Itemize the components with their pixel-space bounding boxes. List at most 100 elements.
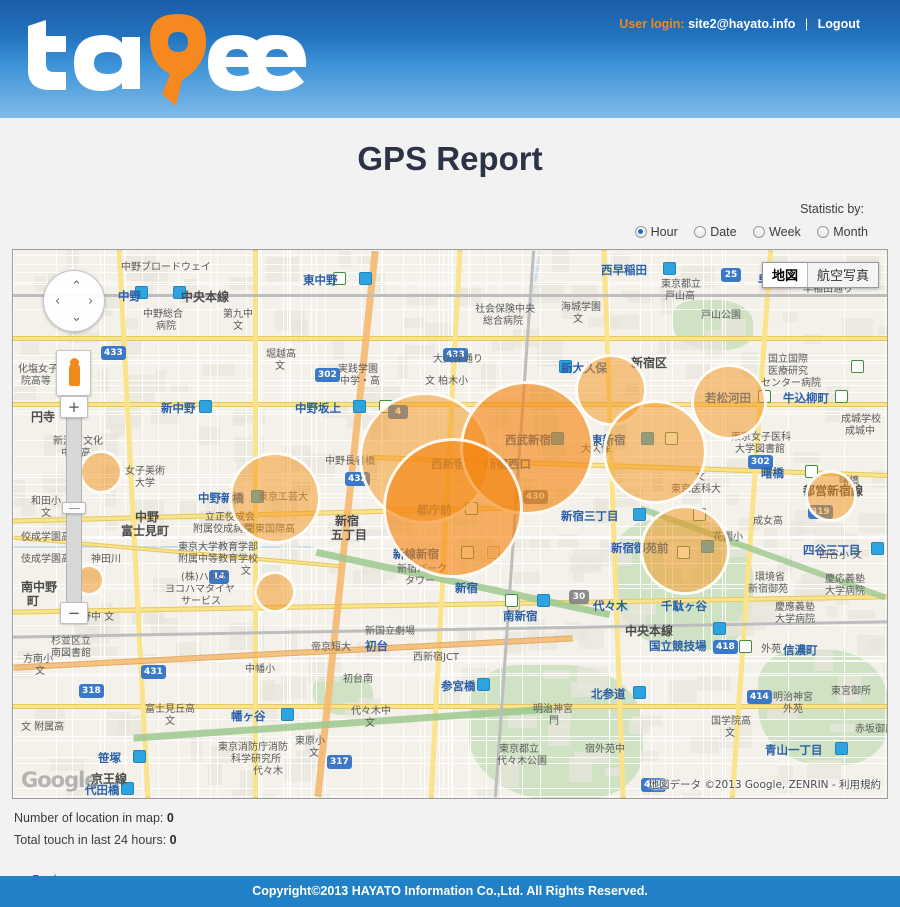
zoom-in-button[interactable]: + — [60, 396, 88, 418]
map-label: 南新宿 — [503, 609, 538, 623]
map-street — [13, 282, 887, 283]
map-block — [830, 724, 854, 732]
radio-week-dot[interactable] — [753, 225, 766, 238]
heat-circle[interactable] — [383, 438, 523, 578]
map-block — [640, 751, 659, 761]
map-label: 文 — [233, 321, 243, 332]
radio-month-label: Month — [833, 224, 868, 239]
touch-count-line: Total touch in last 24 hours: 0 — [14, 833, 900, 847]
map-label: 新宿三丁目 — [561, 509, 619, 523]
logout-link[interactable]: Logout — [818, 17, 860, 31]
map-street — [316, 250, 317, 798]
pan-down-arrow[interactable]: ⌄ — [71, 311, 82, 324]
map-block — [859, 513, 887, 533]
map-label: 五丁目 — [331, 528, 368, 542]
map-attribution[interactable]: 地図データ ©2013 Google, ZENRIN - 利用規約 — [649, 777, 882, 792]
map-label: 南図書館 — [51, 648, 91, 659]
map-label: センター病院 — [761, 378, 821, 389]
map-label: 成城中 — [845, 426, 875, 437]
pan-left-arrow[interactable]: ‹ — [55, 295, 60, 308]
station-icon-higashinakano — [359, 272, 372, 285]
map-block — [848, 610, 875, 619]
map-type-control[interactable]: 地図 航空写真 — [761, 262, 879, 288]
map-street — [178, 250, 179, 798]
heat-circle[interactable] — [79, 450, 123, 494]
map-canvas[interactable]: 4334334302302319432144303031831741441840… — [13, 250, 887, 798]
pan-up-arrow[interactable]: ⌃ — [71, 280, 82, 293]
map-label: 西新宿JCT — [413, 652, 460, 663]
map-street — [13, 255, 887, 256]
touch-count-label: Total touch in last 24 hours: — [14, 833, 167, 847]
map-label: 中央本線 — [181, 290, 230, 304]
statistic-selector: Statistic by: Hour Date Week Month — [0, 178, 900, 241]
route-shield-431: 431 — [141, 665, 166, 679]
route-shield-433b: 433 — [101, 346, 126, 360]
radio-date-dot[interactable] — [694, 225, 707, 238]
zoom-out-button[interactable]: − — [60, 602, 88, 624]
gps-map[interactable]: 4334334302302319432144303031831741441840… — [12, 249, 888, 799]
map-label: 青山一丁目 — [765, 743, 823, 757]
route-shield-414: 414 — [747, 690, 772, 704]
map-block — [21, 342, 39, 356]
radio-date[interactable]: Date — [694, 225, 737, 239]
map-label: 町 — [27, 594, 40, 608]
map-label: 門 — [549, 716, 559, 727]
map-label: 文 — [725, 728, 735, 739]
station-icon-chuohonsen — [713, 622, 726, 635]
map-block — [827, 606, 837, 617]
map-label: 文 — [275, 361, 285, 372]
map-block — [107, 712, 130, 736]
map-street — [56, 250, 57, 798]
radio-month-dot[interactable] — [817, 225, 830, 238]
map-block — [669, 680, 697, 703]
map-label: 文 — [365, 718, 375, 729]
map-block — [588, 558, 601, 570]
station-icon-shinjukusanchome — [633, 508, 646, 521]
map-label: 文 — [241, 566, 251, 577]
pan-right-arrow[interactable]: › — [88, 295, 93, 308]
map-type-button-map[interactable]: 地図 — [762, 263, 808, 287]
map-label: 参宮橋 — [441, 679, 476, 693]
map-pan-control[interactable]: ⌃ ⌄ ‹ › — [43, 270, 105, 332]
map-block — [532, 282, 564, 303]
map-street — [522, 250, 523, 798]
radio-hour-dot[interactable] — [634, 225, 647, 238]
map-label: 佼成学園高 — [21, 532, 71, 543]
map-street — [13, 796, 887, 797]
street-view-pegman[interactable] — [56, 350, 91, 396]
radio-hour[interactable]: Hour — [634, 225, 678, 239]
map-type-button-satellite[interactable]: 航空写真 — [807, 263, 878, 287]
map-label: 文 — [165, 716, 175, 727]
radio-month[interactable]: Month — [817, 225, 868, 239]
radio-week[interactable]: Week — [753, 225, 801, 239]
map-arterial-0 — [13, 336, 887, 341]
locations-count-label: Number of location in map: — [14, 811, 164, 825]
map-label: サービス — [181, 596, 221, 607]
map-label: 牛込柳町 — [783, 391, 829, 405]
heat-circle[interactable] — [805, 470, 857, 522]
map-label: 代々木 — [253, 766, 283, 777]
map-label: 大学病院 — [825, 586, 865, 597]
heat-circle[interactable] — [254, 571, 296, 613]
map-label: 中野ブロードウェイ — [121, 262, 211, 273]
heat-circle[interactable] — [603, 400, 707, 504]
map-street — [13, 284, 887, 285]
map-statistics: Number of location in map: 0 Total touch… — [0, 799, 900, 847]
pegman-body — [69, 364, 80, 386]
map-street — [540, 250, 541, 798]
locations-count-value: 0 — [166, 811, 174, 825]
map-label: 新宿 — [455, 581, 478, 595]
map-label: 戸山公園 — [701, 310, 741, 321]
heat-circle[interactable] — [691, 364, 767, 440]
tapee-logo[interactable] — [10, 8, 310, 108]
map-block — [281, 675, 306, 699]
heat-circle[interactable] — [229, 452, 321, 544]
station-icon-yoyogi — [537, 594, 550, 607]
map-label: 外苑 — [761, 644, 781, 655]
map-label: 円寺 — [31, 410, 56, 424]
map-label: 四谷小 文 — [819, 550, 863, 561]
zoom-slider-handle[interactable] — [62, 502, 86, 514]
heat-circle[interactable] — [640, 505, 730, 595]
map-block — [232, 417, 244, 426]
map-label: 曙橋 — [761, 466, 784, 480]
